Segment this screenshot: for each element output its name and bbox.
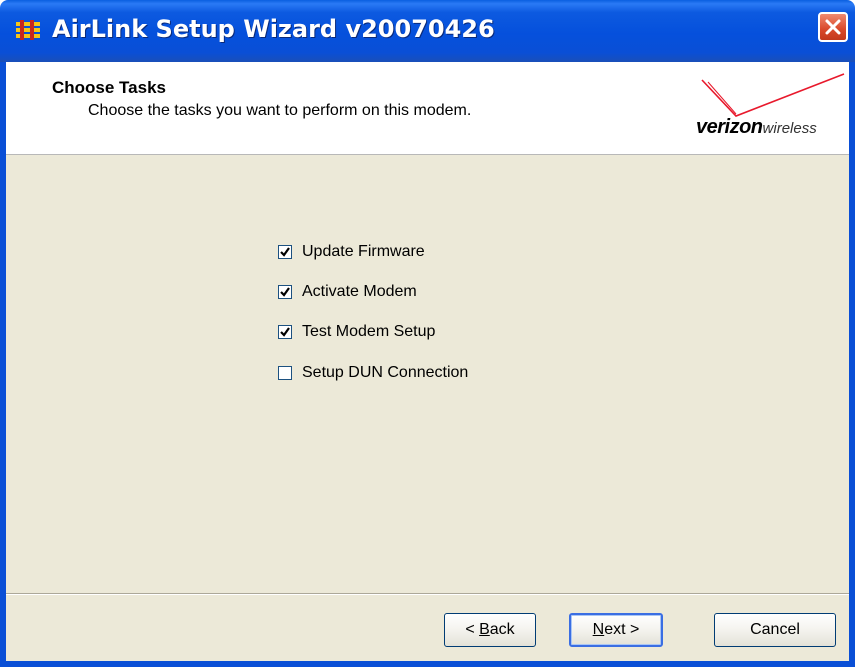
task-label: Test Modem Setup: [302, 323, 436, 340]
page-subtitle: Choose the tasks you want to perform on …: [88, 102, 472, 119]
window-frame-right: [849, 62, 855, 667]
window-frame-bottom: [0, 661, 855, 667]
task-label: Activate Modem: [302, 283, 417, 300]
task-checkbox[interactable]: [278, 285, 292, 299]
page-title: Choose Tasks: [52, 78, 167, 97]
wizard-header: Choose Tasks Choose the tasks you want t…: [6, 62, 849, 155]
close-button[interactable]: [818, 12, 848, 42]
next-rest: ext: [604, 621, 626, 638]
cancel-button[interactable]: Cancel: [714, 613, 836, 647]
close-icon: [825, 19, 841, 35]
window-title: AirLink Setup Wizard v20070426: [52, 15, 495, 43]
back-prefix: <: [465, 621, 480, 638]
next-accel: N: [592, 621, 605, 638]
task-checkbox[interactable]: [278, 366, 292, 380]
verizon-wireless-logo: verizonwireless: [696, 70, 849, 140]
checkmark-icon: [280, 247, 290, 257]
next-suffix: >: [625, 621, 640, 638]
wizard-footer: < Back Next > Cancel: [6, 595, 849, 661]
logo-brand: verizon: [696, 116, 763, 138]
checkmark-icon: [280, 287, 290, 297]
logo-check-mark-icon: [701, 73, 845, 117]
back-accel: B: [479, 621, 490, 638]
task-checkbox[interactable]: [278, 245, 292, 259]
back-button[interactable]: < Back: [444, 613, 536, 647]
task-label: Update Firmware: [302, 243, 425, 260]
task-panel: Update Firmware Activate Modem Test Mode…: [6, 155, 849, 593]
back-rest: ack: [489, 621, 515, 638]
setup-wizard-window: AirLink Setup Wizard v20070426 Choose Ta…: [0, 0, 855, 667]
checkmark-icon: [280, 327, 290, 337]
task-label: Setup DUN Connection: [302, 364, 469, 381]
task-checkbox[interactable]: [278, 325, 292, 339]
title-bar[interactable]: AirLink Setup Wizard v20070426: [0, 0, 855, 62]
airlink-app-icon: [16, 20, 40, 40]
next-button[interactable]: Next >: [569, 613, 663, 647]
logo-suffix: wireless: [762, 120, 817, 137]
